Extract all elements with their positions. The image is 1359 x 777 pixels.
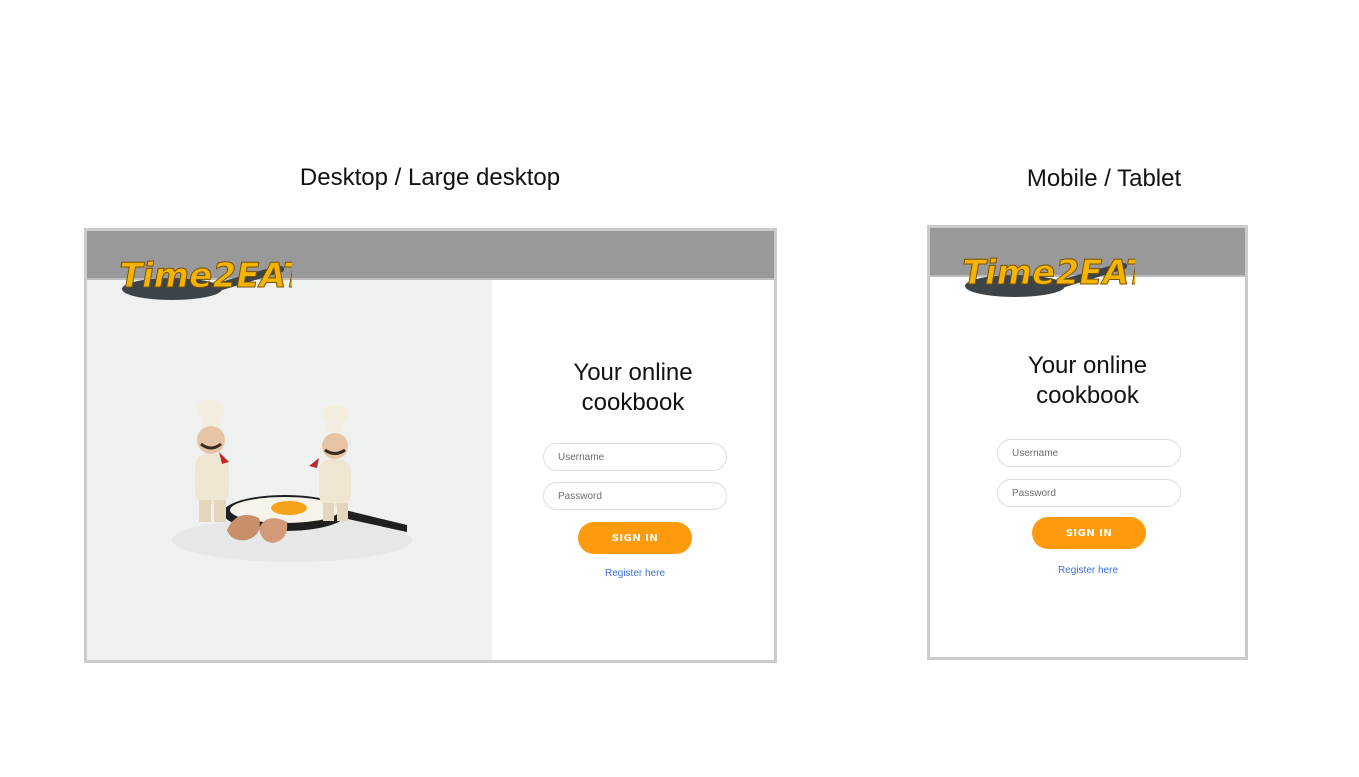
mobile-caption: Mobile / Tablet: [1026, 165, 1182, 192]
chef-figurines-image: [172, 400, 412, 562]
login-panel: Your online cookbook SIGN IN Register he…: [492, 280, 774, 660]
register-link[interactable]: Register here: [1058, 565, 1118, 576]
password-input[interactable]: [997, 479, 1181, 507]
tagline: Your online cookbook: [930, 351, 1245, 411]
tagline-line-2: cookbook: [581, 389, 685, 416]
tagline-line-1: Your online: [1027, 352, 1148, 379]
logo[interactable]: Time2EAT: [960, 240, 1135, 302]
username-input[interactable]: [997, 439, 1181, 467]
tagline: Your online cookbook: [492, 358, 774, 418]
logo-lettering: Time2EAT: [117, 256, 292, 296]
password-input[interactable]: [543, 482, 727, 510]
username-input[interactable]: [543, 443, 727, 471]
logo-lettering: Time2EAT: [960, 253, 1135, 293]
sign-in-button[interactable]: SIGN IN: [578, 522, 692, 554]
register-link[interactable]: Register here: [605, 568, 665, 579]
logo[interactable]: Time2EAT Time2EAT: [117, 243, 292, 305]
tagline-line-1: Your online: [573, 359, 693, 386]
sign-in-button[interactable]: SIGN IN: [1032, 517, 1146, 549]
login-panel: Your online cookbook SIGN IN Register he…: [930, 277, 1245, 657]
tagline-line-2: cookbook: [1036, 382, 1139, 409]
hero-panel: [87, 280, 492, 660]
desktop-caption: Desktop / Large desktop: [299, 164, 561, 191]
desktop-mockup: Time2EAT Time2EAT: [84, 228, 777, 663]
mobile-mockup: Time2EAT Your online cookbook SIGN IN Re…: [927, 225, 1248, 660]
